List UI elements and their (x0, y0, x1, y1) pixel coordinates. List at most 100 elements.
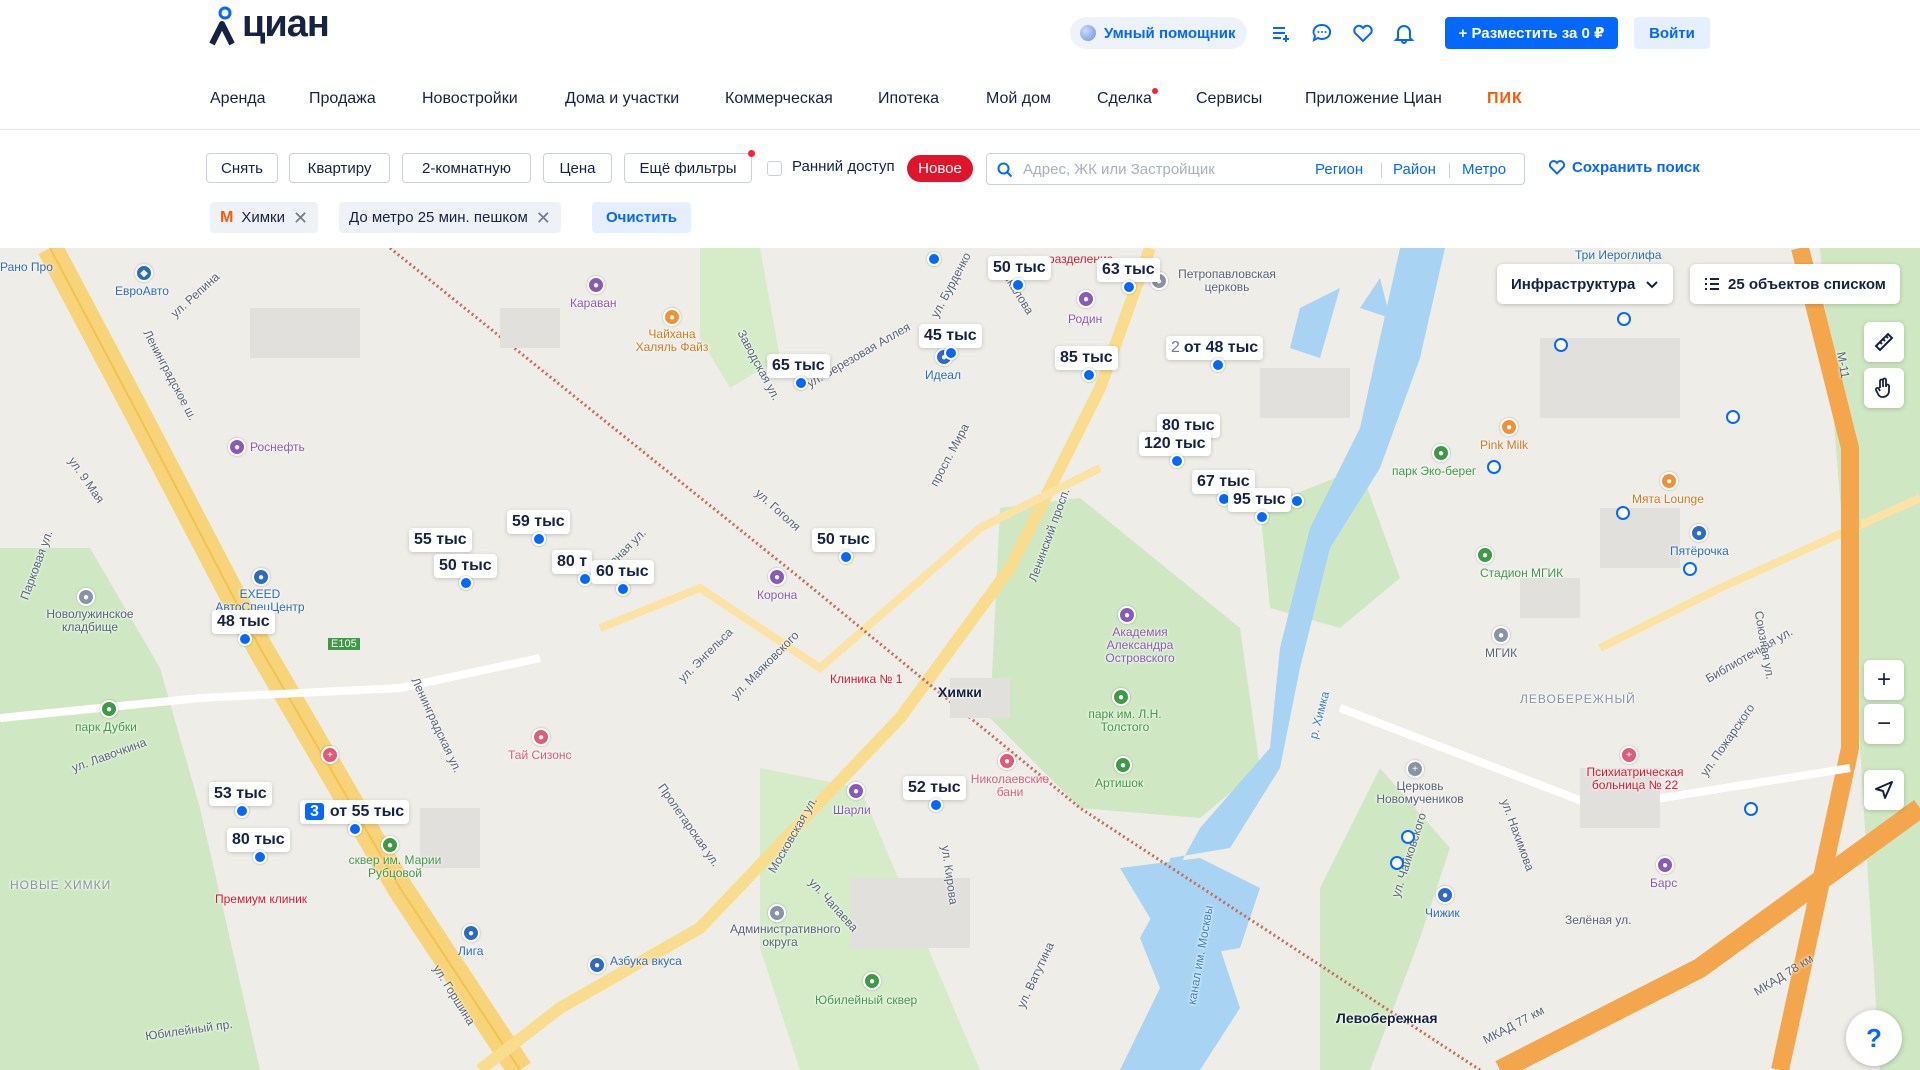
address-search[interactable]: Адрес, ЖК или Застройщик Регион Район Ме… (986, 153, 1525, 185)
price-marker[interactable]: 60 тыс (591, 560, 654, 584)
government-icon[interactable]: ● (768, 904, 786, 922)
nav-item-pik[interactable]: ПИК (1487, 90, 1523, 108)
park-icon[interactable]: ● (1112, 688, 1130, 706)
park-icon[interactable]: ● (381, 836, 399, 854)
bathhouse-icon[interactable]: ● (998, 752, 1016, 770)
listing-marker[interactable] (1726, 410, 1740, 424)
shop-icon[interactable]: ● (847, 782, 865, 800)
nav-item-new-buildings[interactable]: Новостройки (422, 90, 518, 108)
price-marker[interactable]: 50 тыс (988, 256, 1051, 280)
list-view-button[interactable]: 25 объектов списком (1690, 264, 1900, 304)
listing-marker[interactable] (616, 582, 630, 596)
listing-marker[interactable] (1170, 454, 1184, 468)
price-marker[interactable]: 120 тыс (1139, 432, 1211, 456)
academy-icon[interactable]: ● (1118, 606, 1136, 624)
zoom-out-button[interactable]: − (1864, 704, 1904, 744)
car-dealer-icon[interactable]: ● (252, 568, 270, 586)
more-filters-button[interactable]: Ещё фильтры (624, 153, 752, 183)
chip-metro[interactable]: М Химки ✕ (210, 202, 319, 233)
listing-marker[interactable] (1683, 562, 1697, 576)
price-marker[interactable]: 63 тыс (1097, 258, 1160, 282)
price-marker[interactable]: 53 тыс (209, 782, 272, 806)
deal-type-select[interactable]: Снять (206, 153, 278, 183)
zoom-in-button[interactable]: + (1864, 660, 1904, 700)
listing-marker[interactable] (1487, 460, 1501, 474)
cian-logo[interactable]: циан (208, 2, 330, 46)
listing-marker[interactable] (235, 804, 249, 818)
close-icon[interactable]: ✕ (293, 209, 308, 227)
price-marker[interactable]: 50 тыс (812, 528, 875, 552)
listing-marker[interactable] (1617, 312, 1631, 326)
listing-marker[interactable] (929, 798, 943, 812)
shop-icon[interactable]: ● (1077, 290, 1095, 308)
grocery-icon[interactable]: ● (588, 956, 606, 974)
nav-item-app[interactable]: Приложение Циан (1305, 90, 1442, 108)
geolocation-icon[interactable] (1864, 770, 1904, 810)
listing-marker[interactable] (1211, 358, 1225, 372)
listing-marker[interactable] (459, 576, 473, 590)
favorites-heart-icon[interactable] (1352, 22, 1374, 44)
listing-marker[interactable] (1616, 506, 1630, 520)
stadium-icon[interactable]: ● (1476, 546, 1494, 564)
price-marker[interactable]: 50 тыс (434, 554, 497, 578)
nav-item-rent[interactable]: Аренда (210, 90, 266, 108)
price-marker[interactable]: 95 тыс (1228, 488, 1291, 512)
price-marker-cluster[interactable]: 3 от 55 тыс (300, 800, 410, 824)
chat-icon[interactable] (1311, 22, 1333, 44)
nav-item-houses[interactable]: Дома и участки (565, 90, 679, 108)
listing-marker[interactable] (1290, 494, 1304, 508)
lounge-icon[interactable]: ● (1660, 472, 1678, 490)
park-icon[interactable]: ● (100, 700, 118, 718)
property-type-select[interactable]: Квартиру (289, 153, 390, 183)
early-access-checkbox[interactable] (767, 161, 782, 176)
listing-marker[interactable] (1401, 830, 1415, 844)
listing-marker[interactable] (1122, 280, 1136, 294)
save-search-button[interactable]: Сохранить поиск (1548, 158, 1700, 176)
metro-station-khimki[interactable]: Химки (938, 684, 982, 700)
infrastructure-dropdown[interactable]: Инфраструктура (1497, 264, 1674, 304)
listing-marker[interactable] (1255, 510, 1269, 524)
price-marker[interactable]: 52 тыс (903, 776, 966, 800)
listing-marker[interactable] (1744, 802, 1758, 816)
listing-marker[interactable] (794, 376, 808, 390)
price-marker[interactable]: 55 тыс (409, 528, 472, 552)
chip-walk-time[interactable]: До метро 25 мин. пешком ✕ (339, 202, 561, 233)
close-icon[interactable]: ✕ (536, 209, 551, 227)
price-marker[interactable]: 65 тыс (767, 354, 830, 378)
smart-assistant-button[interactable]: Умный помощник (1070, 17, 1248, 49)
rooms-select[interactable]: 2-комнатную (402, 153, 531, 183)
grocery-icon[interactable]: ● (1690, 524, 1708, 542)
nav-item-my-home[interactable]: Мой дом (986, 90, 1051, 108)
gas-station-icon[interactable]: ● (228, 438, 246, 456)
listing-marker[interactable] (1082, 368, 1096, 382)
hospital-icon[interactable]: + (1620, 746, 1638, 764)
listing-marker[interactable] (839, 550, 853, 564)
price-marker[interactable]: 85 тыс (1055, 346, 1118, 370)
listing-marker[interactable] (253, 850, 267, 864)
search-input[interactable]: Адрес, ЖК или Застройщик (1023, 161, 1215, 178)
listing-marker[interactable] (1554, 338, 1568, 352)
nav-item-mortgage[interactable]: Ипотека (878, 90, 939, 108)
clear-filters-button[interactable]: Очистить (592, 202, 691, 233)
listing-marker[interactable] (532, 532, 546, 546)
listing-marker[interactable] (927, 252, 941, 266)
metro-link[interactable]: Метро (1462, 161, 1506, 178)
price-select[interactable]: Цена (543, 153, 612, 183)
spa-icon[interactable]: ● (532, 728, 550, 746)
car-dealer-icon[interactable]: ◆ (135, 264, 153, 282)
nav-item-deal[interactable]: Сделка (1097, 90, 1152, 108)
price-marker[interactable]: 59 тыс (507, 510, 570, 534)
help-button[interactable]: ? (1846, 1010, 1902, 1066)
shop-icon[interactable]: ● (587, 276, 605, 294)
price-marker[interactable]: 48 тыс (212, 610, 275, 634)
sports-icon[interactable]: ● (462, 924, 480, 942)
park-icon[interactable]: ● (1432, 444, 1450, 462)
post-ad-button[interactable]: + Разместить за 0 ₽ (1445, 17, 1618, 49)
metro-station-levoberezhnaya[interactable]: Левобережная (1336, 1010, 1438, 1026)
listing-marker[interactable] (944, 346, 958, 360)
church-icon[interactable]: + (1406, 760, 1424, 778)
listing-marker[interactable] (578, 572, 592, 586)
nav-item-services[interactable]: Сервисы (1196, 90, 1262, 108)
listing-marker[interactable] (1390, 856, 1404, 870)
draw-area-hand-icon[interactable] (1864, 368, 1904, 408)
